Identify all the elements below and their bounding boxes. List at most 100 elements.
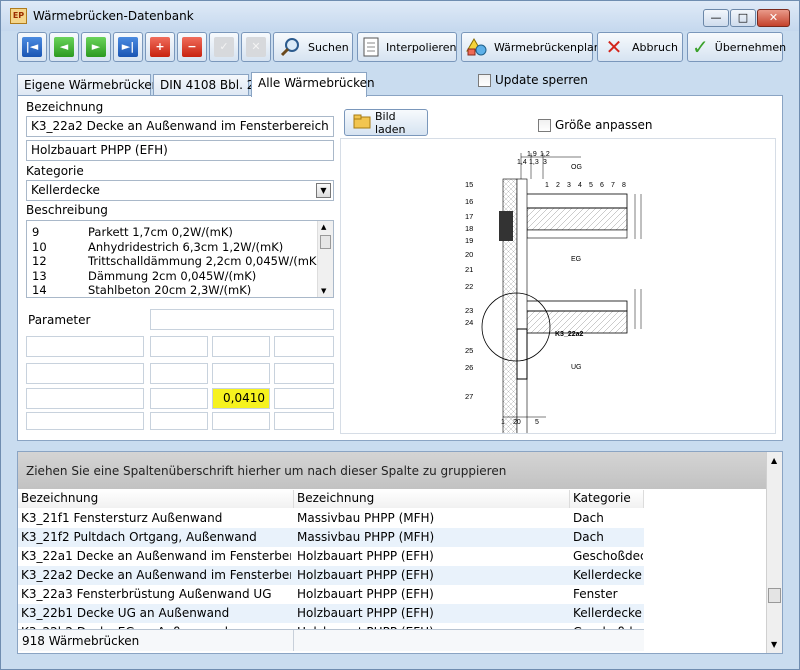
psi-value-cell[interactable]: 0,0410: [212, 388, 270, 409]
document-icon: [362, 36, 380, 58]
svg-text:EG: EG: [571, 256, 581, 263]
parameter-label: Parameter: [28, 313, 91, 327]
detail-panel: Bezeichnung K3_22a2 Decke an Außenwand i…: [17, 95, 783, 441]
folder-icon: [353, 113, 371, 132]
svg-text:1,3: 1,3: [529, 159, 539, 166]
svg-text:20: 20: [513, 419, 521, 426]
close-window-button[interactable]: ✕: [757, 9, 790, 27]
resize-checkbox[interactable]: Größe anpassen: [538, 118, 653, 132]
param-cell[interactable]: [26, 363, 144, 384]
component-number: 24: [465, 318, 473, 327]
interpolate-button[interactable]: Interpolieren: [357, 32, 457, 62]
x-icon: ✕: [246, 37, 266, 57]
status-footer: 918 Wärmebrücken: [18, 629, 644, 651]
param-cell[interactable]: [274, 412, 334, 430]
param-cell[interactable]: [26, 336, 144, 357]
scroll-thumb[interactable]: [768, 588, 781, 603]
bezeichnung-label: Bezeichnung: [26, 100, 104, 114]
last-record-button[interactable]: ►|: [113, 32, 143, 62]
beschreibung-label: Beschreibung: [26, 203, 108, 217]
delete-record-button[interactable]: −: [177, 32, 207, 62]
param-cell[interactable]: [150, 309, 334, 330]
tab-din[interactable]: DIN 4108 Bbl. 2: [153, 74, 254, 96]
load-image-button[interactable]: Bild laden: [344, 109, 428, 136]
param-cell[interactable]: [274, 388, 334, 409]
svg-text:1,2: 1,2: [540, 151, 550, 158]
param-cell[interactable]: [150, 336, 208, 357]
svg-text:5: 5: [535, 419, 539, 426]
bauart-field[interactable]: Holzbauart PHPP (EFH): [26, 140, 334, 161]
col-header-bezeichnung[interactable]: Bezeichnung: [18, 490, 294, 508]
red-x-icon: ✕: [605, 35, 623, 59]
param-cell[interactable]: [274, 336, 334, 357]
param-cell[interactable]: [26, 412, 144, 430]
svg-text:OG: OG: [571, 164, 582, 171]
planner-button[interactable]: Wärmebrückenplaner: [461, 32, 612, 62]
bezeichnung-field[interactable]: K3_22a2 Decke an Außenwand im Fensterber…: [26, 116, 334, 137]
maximize-button[interactable]: □: [730, 9, 756, 27]
param-cell[interactable]: [212, 336, 270, 357]
col-header-kategorie[interactable]: Kategorie: [570, 490, 644, 508]
table-row[interactable]: K3_22a1 Decke an Außenwand im Fensterber…: [18, 547, 644, 566]
param-cell[interactable]: [274, 363, 334, 384]
minus-icon: −: [182, 37, 202, 57]
abort-button[interactable]: ✕ Abbruch: [597, 32, 683, 62]
group-panel[interactable]: Ziehen Sie eine Spaltenüberschrift hierh…: [18, 452, 766, 489]
shapes-icon: [466, 36, 488, 58]
param-cell[interactable]: [212, 363, 270, 384]
layer-number: 7: [611, 182, 615, 189]
table-row[interactable]: K3_22a2 Decke an Außenwand im Fensterber…: [18, 566, 644, 585]
layer-number: 4: [578, 182, 582, 189]
scroll-up-icon[interactable]: ▲: [771, 456, 777, 465]
grid-scrollbar[interactable]: ▲ ▼: [766, 452, 782, 653]
next-record-button[interactable]: ►: [81, 32, 111, 62]
svg-text:1,4: 1,4: [517, 159, 527, 166]
component-number: 21: [465, 265, 473, 274]
desc-line: 10 Anhydridestrich 6,3cm 1,2W/(mK): [32, 239, 284, 254]
layer-number: 3: [567, 182, 571, 189]
planner-label: Wärmebrückenplaner: [494, 40, 613, 54]
layer-numbers: 12345678: [545, 182, 626, 189]
apply-button[interactable]: ✓ Übernehmen: [687, 32, 786, 62]
chevron-down-icon[interactable]: ▼: [316, 183, 331, 198]
param-cell[interactable]: [26, 388, 144, 409]
param-cell[interactable]: [150, 363, 208, 384]
param-cell[interactable]: [212, 412, 270, 430]
load-image-label: Bild laden: [375, 109, 406, 136]
window-title: Wärmebrücken-Datenbank: [33, 9, 194, 23]
minimize-button[interactable]: —: [703, 9, 729, 27]
table-row[interactable]: K3_21f2 Pultdach Ortgang, Außenwand Massi…: [18, 528, 644, 547]
table-cell: Holzbauart PHPP (EFH): [297, 587, 434, 601]
post-record-button[interactable]: ✓: [209, 32, 239, 62]
app-icon: EP: [10, 8, 27, 24]
table-cell: K3_22a1 Decke an Außenwand im Fensterber…: [21, 549, 291, 563]
table-row[interactable]: K3_22b1 Decke UG an Außenwand Holzbauart …: [18, 604, 644, 623]
tab-all[interactable]: Alle Wärmebrücken: [251, 72, 375, 97]
cancel-edit-button[interactable]: ✕: [241, 32, 271, 62]
layer-number: 6: [600, 182, 604, 189]
table-row[interactable]: K3_21f1 Fenstersturz Außenwand Massivbau …: [18, 509, 644, 528]
param-cell[interactable]: [150, 412, 208, 430]
previous-record-button[interactable]: ◄: [49, 32, 79, 62]
desc-scrollbar[interactable]: ▲ ▼: [317, 221, 333, 297]
svg-text:1,9: 1,9: [527, 151, 537, 158]
param-cell[interactable]: [150, 388, 208, 409]
tab-own[interactable]: Eigene Wärmebrücken: [17, 74, 159, 96]
main-window: EP Wärmebrücken-Datenbank — □ ✕ |◄ ◄ ► ►…: [0, 0, 800, 670]
col-header-bauart[interactable]: Bezeichnung: [294, 490, 570, 508]
first-record-button[interactable]: |◄: [17, 32, 47, 62]
table-row[interactable]: K3_22a3 Fensterbrüstung Außenwand UG Holz…: [18, 585, 644, 604]
beschreibung-textarea[interactable]: 9 Parkett 1,7cm 0,2W/(mK) 10 Anhydridestri…: [26, 220, 334, 298]
add-record-button[interactable]: +: [145, 32, 175, 62]
desc-line: 9 Parkett 1,7cm 0,2W/(mK): [32, 225, 233, 239]
scroll-down-icon[interactable]: ▼: [771, 640, 777, 649]
update-lock-checkbox[interactable]: Update sperren: [478, 73, 588, 87]
component-number: 22: [465, 282, 473, 291]
dim-right: [634, 194, 642, 329]
next-icon: ►: [86, 37, 106, 57]
kategorie-select[interactable]: Kellerdecke ▼: [26, 180, 334, 201]
layer-number: 8: [622, 182, 626, 189]
search-button[interactable]: Suchen: [273, 32, 353, 62]
component-number: 15: [465, 180, 473, 189]
component-number: 20: [465, 250, 473, 259]
